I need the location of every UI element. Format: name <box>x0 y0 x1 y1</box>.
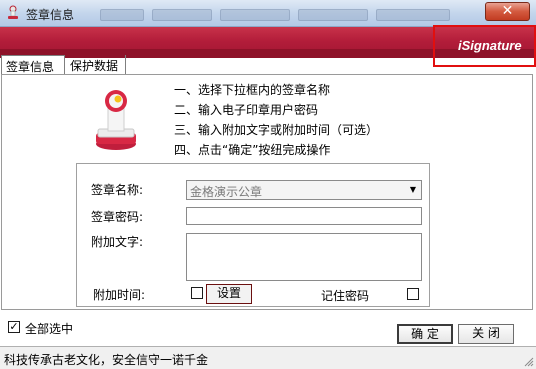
stamp-icon <box>96 90 136 150</box>
signature-name-label: 签章名称: <box>91 183 144 197</box>
remember-password-checkbox[interactable] <box>407 288 419 300</box>
select-all-label: 全部选中 <box>25 322 74 336</box>
title-bar: 签章信息 ✕ <box>0 0 536 27</box>
attached-text-input[interactable] <box>186 233 422 281</box>
status-text: 科技传承古老文化，安全信守一诺千金 <box>4 353 209 367</box>
checkmark-icon: ✓ <box>9 320 19 333</box>
attached-text-label: 附加文字: <box>91 235 144 249</box>
instruction-step-2: 二、输入电子印章用户密码 <box>174 103 319 117</box>
signature-password-label: 签章密码: <box>91 210 144 224</box>
status-bar: 科技传承古老文化，安全信守一诺千金 <box>0 346 536 369</box>
app-stamp-icon <box>8 5 18 19</box>
signature-name-value: 金格演示公章 <box>190 185 263 199</box>
close-button[interactable]: 关 闭 <box>458 324 514 344</box>
tab-signature-info[interactable]: 签章信息 <box>1 55 65 75</box>
remember-password-label: 记住密码 <box>321 289 370 303</box>
instruction-step-1: 一、选择下拉框内的签章名称 <box>174 83 331 97</box>
instruction-step-4: 四、点击“确定”按纽完成操作 <box>174 143 331 157</box>
tab-strip: 签章信息 保护数据 <box>0 55 536 75</box>
resize-grip-icon[interactable] <box>524 357 534 367</box>
signature-name-select[interactable]: 金格演示公章 ▼ <box>186 180 422 200</box>
close-icon: ✕ <box>501 3 514 19</box>
instruction-step-3: 三、输入附加文字或附加时间（可选） <box>174 123 379 137</box>
tab-protect-data[interactable]: 保护数据 <box>66 55 126 75</box>
instructions: 一、选择下拉框内的签章名称 二、输入电子印章用户密码 三、输入附加文字或附加时间… <box>174 80 378 160</box>
window-title: 签章信息 <box>26 8 75 22</box>
signature-password-input[interactable] <box>186 207 422 225</box>
ok-button[interactable]: 确 定 <box>397 324 453 344</box>
window-close-button[interactable]: ✕ <box>485 2 530 21</box>
attached-time-label: 附加时间: <box>93 288 146 302</box>
dropdown-arrow-icon[interactable]: ▼ <box>405 181 421 199</box>
time-settings-button[interactable]: 设置 <box>206 284 252 304</box>
attached-time-checkbox[interactable] <box>191 287 203 299</box>
select-all-checkbox[interactable]: ✓ <box>8 321 20 333</box>
